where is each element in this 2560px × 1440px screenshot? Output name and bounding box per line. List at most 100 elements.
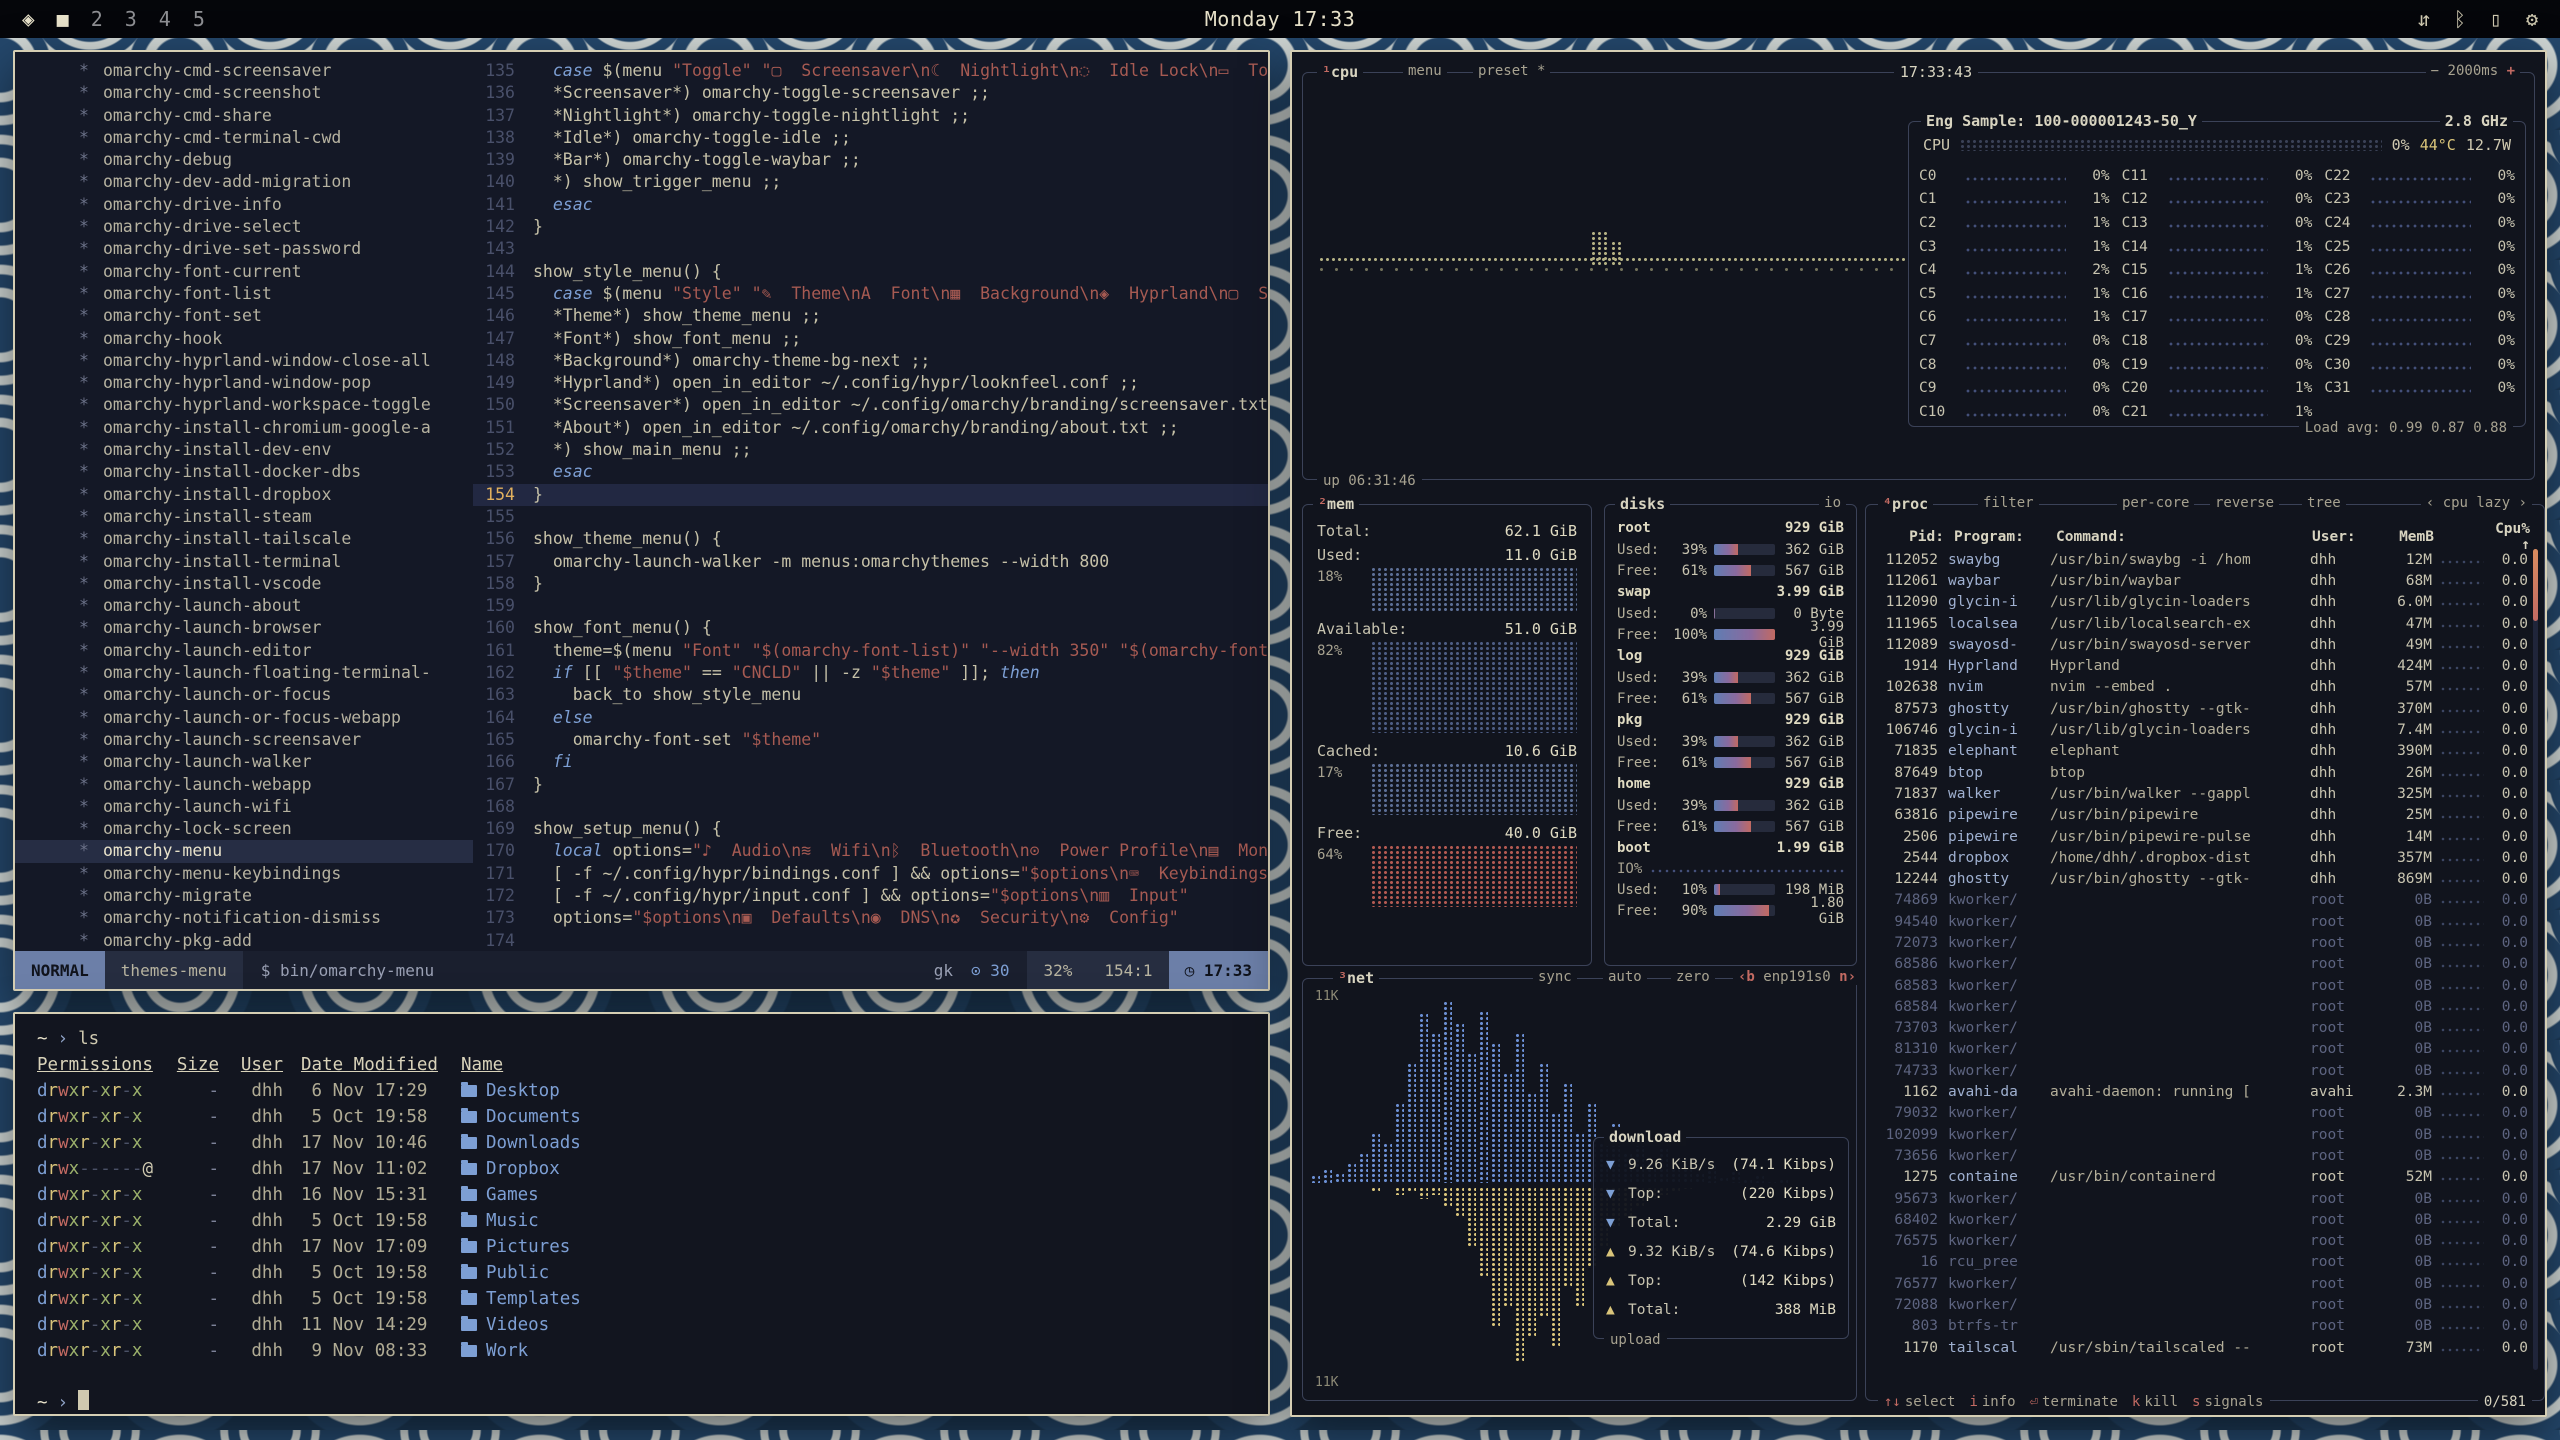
proc-row[interactable]: 71835elephantelephantdhh390M0.0 [1874, 741, 2528, 762]
per-core-button[interactable]: per-core [2117, 495, 2194, 511]
tree-item[interactable]: *omarchy-debug [15, 149, 473, 171]
bluetooth-icon[interactable]: ᛒ [2454, 7, 2466, 31]
settings-icon[interactable]: ⚙ [2526, 7, 2538, 31]
tree-item[interactable]: *omarchy-drive-info [15, 194, 473, 216]
interface-switcher[interactable]: ‹b enp191s0 n› [1733, 969, 1861, 985]
tree-item[interactable]: *omarchy-install-terminal [15, 551, 473, 573]
proc-row[interactable]: 72088kworker/root0B0.0 [1874, 1294, 2528, 1315]
proc-row[interactable]: 1275containe/usr/bin/containerdroot52M0.… [1874, 1167, 2528, 1188]
editor-window[interactable]: *omarchy-cmd-screensaver*omarchy-cmd-scr… [13, 50, 1270, 991]
filter-button[interactable]: filter [1978, 495, 2039, 511]
proc-row[interactable]: 112052swaybg/usr/bin/swaybg -i /homdhh12… [1874, 549, 2528, 570]
proc-row[interactable]: 87573ghostty/usr/bin/ghostty --gtk-dhh37… [1874, 698, 2528, 719]
proc-row[interactable]: 73703kworker/root0B0.0 [1874, 1018, 2528, 1039]
proc-row[interactable]: 94540kworker/root0B0.0 [1874, 911, 2528, 932]
tree-item[interactable]: *omarchy-font-set [15, 305, 473, 327]
tree-item[interactable]: *omarchy-drive-select [15, 216, 473, 238]
proc-row[interactable]: 102099kworker/root0B0.0 [1874, 1124, 2528, 1145]
sort-selector[interactable]: ‹ cpu lazy › [2421, 495, 2532, 511]
proc-row[interactable]: 63816pipewire/usr/bin/pipewiredhh25M0.0 [1874, 805, 2528, 826]
proc-row[interactable]: 79032kworker/root0B0.0 [1874, 1103, 2528, 1124]
proc-row[interactable]: 95673kworker/root0B0.0 [1874, 1188, 2528, 1209]
tree-item[interactable]: *omarchy-font-list [15, 283, 473, 305]
proc-row[interactable]: 87649btopbtopdhh26M0.0 [1874, 762, 2528, 783]
code-pane[interactable]: 135 case $(menu "Toggle" "▢ Screensaver\… [473, 52, 1268, 951]
proc-row[interactable]: 2506pipewire/usr/bin/pipewire-pulsedhh14… [1874, 826, 2528, 847]
proc-row[interactable]: 2544dropbox/home/dhh/.dropbox-distdhh357… [1874, 847, 2528, 868]
proc-row[interactable]: 71837walker/usr/bin/walker --gappldhh325… [1874, 783, 2528, 804]
network-arrows-icon[interactable]: ⇵ [2418, 7, 2430, 31]
tree-item[interactable]: *omarchy-font-current [15, 261, 473, 283]
proc-row[interactable]: 112089swayosd-/usr/bin/swayosd-serverdhh… [1874, 634, 2528, 655]
tree-item[interactable]: *omarchy-install-steam [15, 506, 473, 528]
omarchy-logo-icon[interactable]: ◈ [22, 7, 35, 31]
tree-item[interactable]: *omarchy-launch-screensaver [15, 729, 473, 751]
proc-row[interactable]: 76575kworker/root0B0.0 [1874, 1231, 2528, 1252]
io-button[interactable]: io [1819, 495, 1846, 511]
proc-row[interactable]: 106746glycin-i/usr/lib/glycin-loadersdhh… [1874, 719, 2528, 740]
footer-key-kill[interactable]: kkill [2132, 1394, 2178, 1410]
tree-item[interactable]: *omarchy-launch-about [15, 595, 473, 617]
proc-row[interactable]: 16rcu_preeroot0B0.0 [1874, 1252, 2528, 1273]
menu-button[interactable]: menu [1403, 63, 1447, 79]
tree-item[interactable]: *omarchy-pkg-add [15, 930, 473, 951]
proc-row[interactable]: 102638nvimnvim --embed .dhh57M0.0 [1874, 677, 2528, 698]
tree-item[interactable]: *omarchy-install-dev-env [15, 439, 473, 461]
tree-item[interactable]: *omarchy-launch-or-focus [15, 684, 473, 706]
tree-item[interactable]: *omarchy-hyprland-workspace-toggle [15, 394, 473, 416]
proc-row[interactable]: 74733kworker/root0B0.0 [1874, 1060, 2528, 1081]
tree-item[interactable]: *omarchy-launch-floating-terminal- [15, 662, 473, 684]
tree-item[interactable]: *omarchy-hyprland-window-pop [15, 372, 473, 394]
tree-item[interactable]: *omarchy-hyprland-window-close-all [15, 350, 473, 372]
proc-row[interactable]: 111965localsea/usr/lib/localsearch-exdhh… [1874, 613, 2528, 634]
terminal-window[interactable]: ~› ls Permissions Size User Date Modifie… [13, 1012, 1270, 1416]
workspace-1[interactable]: ■ [57, 7, 69, 31]
tree-item[interactable]: *omarchy-migrate [15, 885, 473, 907]
proc-row[interactable]: 68584kworker/root0B0.0 [1874, 996, 2528, 1017]
proc-row[interactable]: 72073kworker/root0B0.0 [1874, 932, 2528, 953]
proc-row[interactable]: 12244ghostty/usr/bin/ghostty --gtk-dhh86… [1874, 868, 2528, 889]
process-list[interactable]: 112052swaybg/usr/bin/swaybg -i /homdhh12… [1874, 549, 2528, 1374]
tree-item[interactable]: *omarchy-cmd-screensaver [15, 60, 473, 82]
tree-item[interactable]: *omarchy-cmd-screenshot [15, 82, 473, 104]
workspace-3[interactable]: 3 [125, 7, 137, 31]
proc-row[interactable]: 81310kworker/root0B0.0 [1874, 1039, 2528, 1060]
tree-item[interactable]: *omarchy-cmd-share [15, 105, 473, 127]
battery-icon[interactable]: ▯ [2490, 7, 2502, 31]
tree-item[interactable]: *omarchy-cmd-terminal-cwd [15, 127, 473, 149]
proc-row[interactable]: 1914HyprlandHyprlanddhh424M0.0 [1874, 655, 2528, 676]
tree-item[interactable]: *omarchy-launch-webapp [15, 774, 473, 796]
file-tree[interactable]: *omarchy-cmd-screensaver*omarchy-cmd-scr… [15, 52, 473, 951]
tree-item[interactable]: *omarchy-install-chromium-google-a [15, 417, 473, 439]
footer-key-terminate[interactable]: ⏎terminate [2030, 1394, 2118, 1410]
tree-item[interactable]: *omarchy-menu-keybindings [15, 863, 473, 885]
proc-row[interactable]: 76577kworker/root0B0.0 [1874, 1273, 2528, 1294]
proc-row[interactable]: 74869kworker/root0B0.0 [1874, 890, 2528, 911]
tree-item[interactable]: *omarchy-lock-screen [15, 818, 473, 840]
proc-row[interactable]: 803btrfs-trroot0B0.0 [1874, 1316, 2528, 1337]
tree-item[interactable]: *omarchy-menu [15, 840, 473, 862]
proc-row[interactable]: 68402kworker/root0B0.0 [1874, 1209, 2528, 1230]
tree-item[interactable]: *omarchy-launch-walker [15, 751, 473, 773]
tree-item[interactable]: *omarchy-notification-dismiss [15, 907, 473, 929]
reverse-button[interactable]: reverse [2210, 495, 2279, 511]
tree-item[interactable]: *omarchy-hook [15, 328, 473, 350]
tree-item[interactable]: *omarchy-install-dropbox [15, 484, 473, 506]
workspace-2[interactable]: 2 [91, 7, 103, 31]
footer-key-select[interactable]: ↑↓select [1884, 1394, 1955, 1410]
tree-item[interactable]: *omarchy-install-vscode [15, 573, 473, 595]
tree-item[interactable]: *omarchy-install-tailscale [15, 528, 473, 550]
sync-button[interactable]: sync [1533, 969, 1577, 985]
proc-row[interactable]: 112090glycin-i/usr/lib/glycin-loadersdhh… [1874, 592, 2528, 613]
workspace-4[interactable]: 4 [159, 7, 171, 31]
tree-item[interactable]: *omarchy-launch-editor [15, 640, 473, 662]
proc-row[interactable]: 112061waybar/usr/bin/waybardhh68M0.0 [1874, 570, 2528, 591]
preset-button[interactable]: preset * [1473, 63, 1550, 79]
proc-row[interactable]: 68586kworker/root0B0.0 [1874, 954, 2528, 975]
workspace-5[interactable]: 5 [193, 7, 205, 31]
proc-row[interactable]: 73656kworker/root0B0.0 [1874, 1145, 2528, 1166]
tree-button[interactable]: tree [2302, 495, 2346, 511]
proc-row[interactable]: 68583kworker/root0B0.0 [1874, 975, 2528, 996]
proc-row[interactable]: 1162avahi-daavahi-daemon: running [avahi… [1874, 1081, 2528, 1102]
tree-item[interactable]: *omarchy-launch-browser [15, 617, 473, 639]
